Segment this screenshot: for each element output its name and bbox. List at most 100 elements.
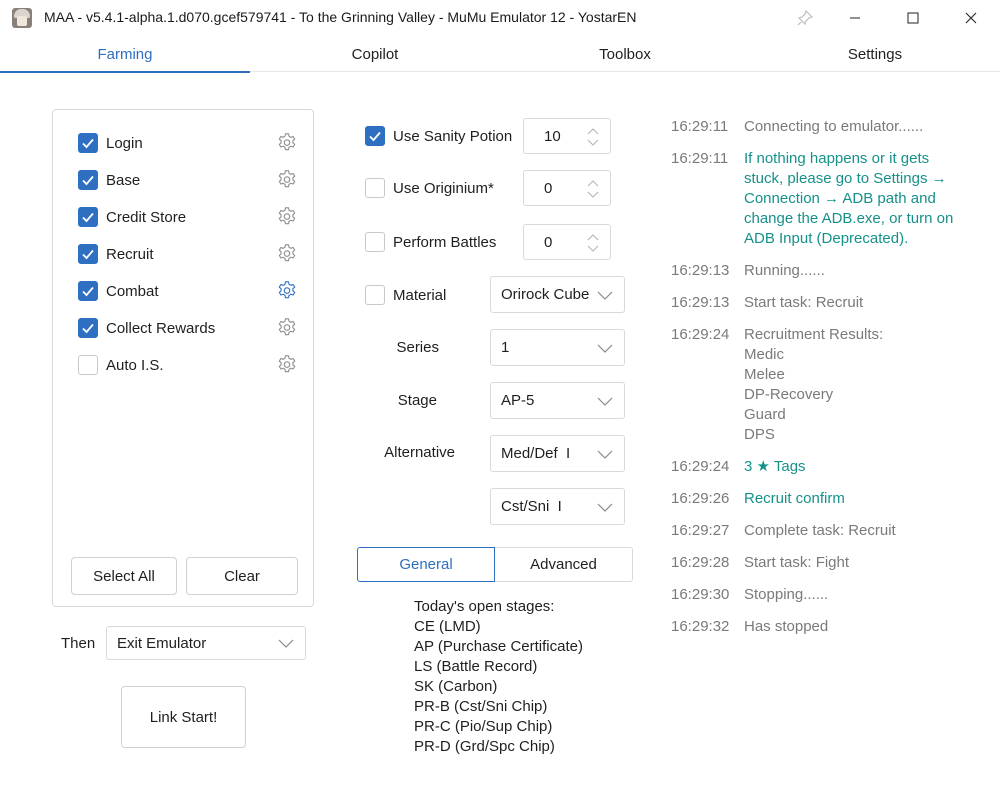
log-message-line: Medic bbox=[744, 346, 785, 363]
task-checkbox[interactable] bbox=[78, 207, 98, 227]
log-message-line: stuck, please go to Settings → bbox=[744, 170, 947, 187]
sanity-potion-checkbox[interactable] bbox=[365, 126, 385, 146]
log-message: Start task: Recruit bbox=[744, 293, 959, 313]
open-stage-item: SK (Carbon) bbox=[414, 678, 498, 695]
sanity-potion-option[interactable]: Use Sanity Potion bbox=[365, 126, 512, 146]
log-timestamp: 16:29:30 bbox=[671, 586, 730, 603]
task-login[interactable]: Login bbox=[78, 131, 298, 155]
gear-icon[interactable] bbox=[276, 132, 298, 154]
log-timestamp: 16:29:13 bbox=[671, 294, 730, 311]
task-auto-is[interactable]: Auto I.S. bbox=[78, 353, 298, 377]
app-logo-icon bbox=[12, 8, 32, 28]
open-stage-item: CE (LMD) bbox=[414, 618, 481, 635]
title-bar: MAA - v5.4.1-alpha.1.d070.gcef579741 - T… bbox=[0, 0, 1000, 36]
spinner-arrows-icon[interactable] bbox=[586, 126, 600, 148]
gear-icon[interactable] bbox=[276, 280, 298, 302]
log-message: Start task: Fight bbox=[744, 553, 959, 573]
sanity-potion-spinner[interactable]: 10 bbox=[523, 118, 611, 154]
alternative-select-2[interactable]: Cst/Sni I bbox=[490, 488, 625, 525]
tab-toolbox[interactable]: Toolbox bbox=[500, 36, 750, 72]
originium-checkbox[interactable] bbox=[365, 178, 385, 198]
task-label: Combat bbox=[106, 282, 159, 300]
log-message-line: 3 ★ Tags bbox=[744, 458, 806, 475]
task-collect-rewards[interactable]: Collect Rewards bbox=[78, 316, 298, 340]
chevron-down-icon bbox=[597, 503, 613, 512]
stage-value: AP-5 bbox=[501, 392, 535, 409]
gear-icon[interactable] bbox=[276, 317, 298, 339]
log-message-line: DP-Recovery bbox=[744, 386, 834, 403]
perform-battles-value: 0 bbox=[544, 233, 553, 251]
pin-icon[interactable] bbox=[782, 0, 828, 36]
log-message-line: Running...... bbox=[744, 262, 825, 279]
chevron-down-icon bbox=[597, 397, 613, 406]
tab-copilot[interactable]: Copilot bbox=[250, 36, 500, 72]
log-timestamp: 16:29:24 bbox=[671, 326, 730, 343]
task-checkbox[interactable] bbox=[78, 355, 98, 375]
tab-farming[interactable]: Farming bbox=[0, 36, 250, 73]
perform-battles-option[interactable]: Perform Battles bbox=[365, 232, 496, 252]
minimize-button[interactable] bbox=[832, 0, 878, 36]
task-checkbox[interactable] bbox=[78, 318, 98, 338]
task-label: Collect Rewards bbox=[106, 319, 216, 337]
general-tab-button[interactable]: General bbox=[357, 547, 495, 582]
log-message-line: change the ADB.exe, or turn on bbox=[744, 210, 954, 227]
spinner-arrows-icon[interactable] bbox=[586, 232, 600, 254]
task-combat[interactable]: Combat bbox=[78, 279, 298, 303]
task-checkbox[interactable] bbox=[78, 133, 98, 153]
close-button[interactable] bbox=[948, 0, 994, 36]
open-stage-item: LS (Battle Record) bbox=[414, 658, 538, 675]
originium-option[interactable]: Use Originium* bbox=[365, 178, 494, 198]
log-timestamp: 16:29:26 bbox=[671, 490, 730, 507]
log-message-line: Connection → ADB path and bbox=[744, 190, 936, 207]
task-recruit[interactable]: Recruit bbox=[78, 242, 298, 266]
alternative-value: Med/Def I bbox=[501, 445, 571, 462]
series-select[interactable]: 1 bbox=[490, 329, 625, 366]
perform-battles-spinner[interactable]: 0 bbox=[523, 224, 611, 260]
task-credit-store[interactable]: Credit Store bbox=[78, 205, 298, 229]
gear-icon[interactable] bbox=[276, 206, 298, 228]
log-message-line: DPS bbox=[744, 426, 775, 443]
log-message-line: Guard bbox=[744, 406, 786, 423]
log-message-line: Recruit confirm bbox=[744, 490, 845, 507]
material-select[interactable]: Orirock Cube bbox=[490, 276, 625, 313]
spinner-arrows-icon[interactable] bbox=[586, 178, 600, 200]
advanced-tab-button[interactable]: Advanced bbox=[495, 547, 633, 582]
series-value: 1 bbox=[501, 339, 510, 356]
log-message-line: Connecting to emulator...... bbox=[744, 118, 924, 135]
main-tabs: Farming Copilot Toolbox Settings bbox=[0, 36, 1000, 73]
gear-icon[interactable] bbox=[276, 243, 298, 265]
stage-label: Stage bbox=[397, 392, 437, 409]
open-stage-item: PR-C (Pio/Sup Chip) bbox=[414, 718, 553, 735]
log-timestamp: 16:29:13 bbox=[671, 262, 730, 279]
log-message-line: Start task: Recruit bbox=[744, 294, 864, 311]
stage-select[interactable]: AP-5 bbox=[490, 382, 625, 419]
task-label: Base bbox=[106, 171, 141, 189]
then-action-select[interactable]: Exit Emulator bbox=[106, 626, 306, 660]
log-message-line: ADB Input (Deprecated). bbox=[744, 230, 909, 247]
material-label: Material bbox=[393, 286, 447, 304]
gear-icon[interactable] bbox=[276, 354, 298, 376]
gear-icon[interactable] bbox=[276, 169, 298, 191]
task-base[interactable]: Base bbox=[78, 168, 298, 192]
task-checkbox[interactable] bbox=[78, 281, 98, 301]
log-message: 3 ★ Tags bbox=[744, 457, 959, 477]
chevron-down-icon bbox=[597, 344, 613, 353]
tab-settings[interactable]: Settings bbox=[750, 36, 1000, 72]
log-message-line: Melee bbox=[744, 366, 785, 383]
chevron-down-icon bbox=[278, 639, 294, 648]
log-message-line: Complete task: Recruit bbox=[744, 522, 896, 539]
originium-spinner[interactable]: 0 bbox=[523, 170, 611, 206]
link-start-button[interactable]: Link Start! bbox=[121, 686, 246, 748]
originium-value: 0 bbox=[544, 179, 553, 197]
material-option[interactable]: Material bbox=[365, 285, 446, 305]
clear-button[interactable]: Clear bbox=[186, 557, 298, 595]
open-stage-item: PR-B (Cst/Sni Chip) bbox=[414, 698, 548, 715]
task-checkbox[interactable] bbox=[78, 244, 98, 264]
log-message: Recruitment Results: Medic Melee DP-Recover… bbox=[744, 325, 959, 445]
perform-battles-checkbox[interactable] bbox=[365, 232, 385, 252]
alternative-select[interactable]: Med/Def I bbox=[490, 435, 625, 472]
maximize-button[interactable] bbox=[890, 0, 936, 36]
material-checkbox[interactable] bbox=[365, 285, 385, 305]
select-all-button[interactable]: Select All bbox=[71, 557, 177, 595]
task-checkbox[interactable] bbox=[78, 170, 98, 190]
